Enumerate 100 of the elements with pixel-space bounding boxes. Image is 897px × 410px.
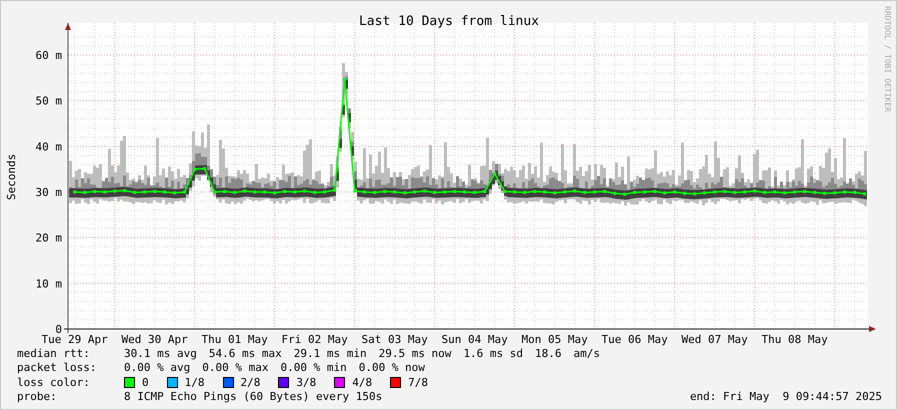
data-point <box>843 190 846 194</box>
data-point <box>343 78 346 82</box>
y-tick-label: 20 m <box>36 232 62 245</box>
data-point <box>753 190 756 193</box>
data-point <box>723 190 726 194</box>
data-point <box>443 190 446 194</box>
data-point <box>313 190 316 194</box>
data-point <box>353 190 356 193</box>
data-point <box>713 190 716 194</box>
data-point <box>633 190 636 194</box>
data-point <box>613 192 616 195</box>
legend-value: 29.5 ms now <box>378 346 452 360</box>
y-tick-label: 10 m <box>36 277 62 290</box>
data-point <box>573 190 576 193</box>
data-point <box>383 190 386 194</box>
legend-value: 0 <box>142 376 149 389</box>
data-point <box>263 190 266 194</box>
x-tick-label: Fri 02 May <box>282 333 348 346</box>
data-point <box>683 192 686 195</box>
y-axis-label: Seconds <box>5 154 18 200</box>
legend-value: 0.00 % avg <box>124 361 190 374</box>
data-point <box>593 190 596 194</box>
legend-value: 18.6 <box>535 346 562 360</box>
x-tick-label: Wed 07 May <box>682 333 748 346</box>
data-point <box>773 190 776 194</box>
data-point <box>143 190 146 194</box>
legend-value: 8 ICMP Echo Pings (60 Bytes) every 150s <box>124 390 382 404</box>
legend-value: 1.6 ms sd <box>463 346 524 360</box>
data-point <box>473 190 476 194</box>
y-tick-label: 0 <box>55 323 62 336</box>
data-point <box>763 190 766 194</box>
data-point <box>503 190 506 194</box>
data-point <box>213 190 216 194</box>
data-point <box>133 190 136 194</box>
data-point <box>803 190 806 194</box>
x-tick-label: Thu 01 May <box>202 333 268 346</box>
data-point <box>743 190 746 194</box>
y-tick-label: 50 m <box>36 94 62 108</box>
data-point <box>303 190 306 193</box>
data-point <box>273 191 276 194</box>
data-point <box>293 190 296 194</box>
data-point <box>233 190 236 194</box>
data-point <box>553 191 556 194</box>
data-point <box>813 190 816 194</box>
data-point <box>693 192 696 196</box>
data-point <box>333 188 336 192</box>
legend-label: loss color: <box>17 376 91 389</box>
legend-value: 0.00 % min <box>280 361 347 374</box>
data-point <box>543 190 546 194</box>
data-point <box>793 190 796 194</box>
data-point <box>243 190 246 193</box>
legend-value: 2/8 <box>240 376 260 389</box>
data-point <box>523 190 526 194</box>
data-point <box>463 190 466 194</box>
data-point <box>493 172 496 176</box>
y-tick-label: 30 m <box>36 186 62 199</box>
data-point <box>673 190 676 194</box>
data-point <box>533 190 536 194</box>
legend-value: 1/8 <box>184 376 204 389</box>
data-point <box>663 191 666 194</box>
data-point <box>323 190 326 194</box>
data-point <box>563 190 566 194</box>
x-tick-label: Tue 06 May <box>602 333 668 346</box>
legend-value: 7/8 <box>408 376 428 389</box>
data-point <box>703 191 706 194</box>
data-point <box>403 191 406 194</box>
data-point <box>423 190 426 193</box>
data-point <box>203 167 206 170</box>
legend-value: 29.1 ms min <box>294 346 367 360</box>
data-point <box>73 190 76 194</box>
legend-value: 0.00 % max <box>202 361 268 374</box>
data-point <box>113 190 116 193</box>
data-point <box>253 190 256 194</box>
end-time: end: Fri May 9 09:44:57 2025 <box>690 390 882 404</box>
data-point <box>783 191 786 194</box>
data-point <box>453 190 456 194</box>
x-tick-label: Sun 04 May <box>442 333 508 346</box>
legend-value: 54.6 ms max <box>208 346 282 360</box>
legend-label: median rtt: <box>17 346 91 360</box>
data-point <box>163 190 166 194</box>
x-tick-label: Wed 30 Apr <box>122 333 188 346</box>
data-point <box>153 190 156 194</box>
data-point <box>413 190 416 194</box>
y-tick-label: 60 m <box>36 48 62 62</box>
legend-value: 4/8 <box>352 376 372 389</box>
data-point <box>833 191 836 194</box>
data-point <box>643 190 646 194</box>
data-point <box>83 190 86 194</box>
data-point <box>183 190 186 194</box>
data-point <box>363 190 366 194</box>
data-point <box>823 192 826 195</box>
data-point <box>373 190 376 194</box>
x-tick-label: Thu 08 May <box>762 333 828 346</box>
data-point <box>653 190 656 194</box>
x-tick-label: Tue 29 Apr <box>42 333 108 346</box>
data-point <box>173 191 176 194</box>
credit-text: RRDTOOL / TOBI OETIKER <box>883 6 892 112</box>
data-point <box>513 190 516 194</box>
data-point <box>123 189 126 192</box>
legend-label: packet loss: <box>17 361 98 374</box>
